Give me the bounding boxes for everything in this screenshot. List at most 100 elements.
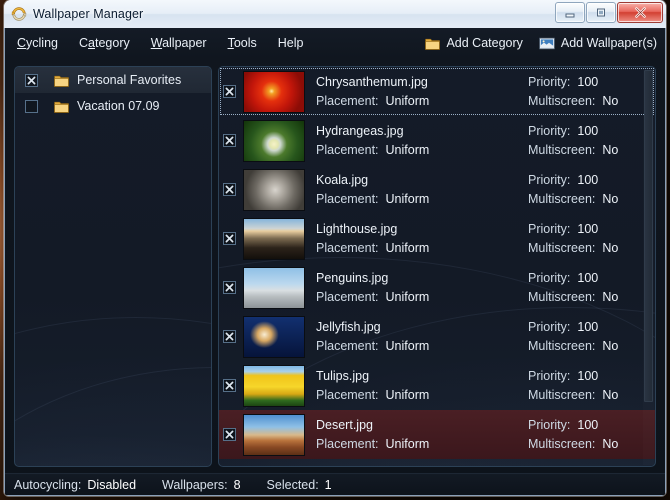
status-autocycling-label: Autocycling: [14, 477, 82, 492]
wallpaper-placement: Placement: Uniform [316, 435, 528, 454]
multiscreen-label: Multiscreen: [528, 142, 596, 157]
wallpaper-thumbnail [243, 266, 305, 309]
menu-item-wallpaper[interactable]: Wallpaper [142, 32, 216, 54]
menu-label-category-pre: C [79, 36, 89, 50]
list-scrollbar-thumb[interactable] [644, 70, 653, 402]
priority-label: Priority: [528, 172, 571, 187]
wallpaper-checkbox-checked[interactable] [223, 379, 236, 392]
close-button[interactable] [617, 2, 663, 23]
menu-item-help[interactable]: Help [269, 32, 313, 54]
wallpaper-multiscreen: Multiscreen: No [528, 190, 655, 209]
wallpaper-checkbox-checked[interactable] [223, 428, 236, 441]
wallpaper-filename: Koala.jpg [316, 172, 369, 187]
placement-label: Placement: [316, 289, 379, 304]
wallpaper-thumbnail [243, 119, 305, 162]
placement-value: Uniform [385, 387, 430, 402]
window-controls [555, 2, 663, 23]
category-checkbox-checked[interactable] [25, 73, 38, 87]
priority-label: Priority: [528, 74, 571, 89]
checkmark-x-icon [225, 283, 234, 292]
wallpaper-row[interactable]: Desert.jpg Placement: Uniform Priority: 100 M… [219, 410, 655, 459]
wallpaper-checkbox-checked[interactable] [223, 85, 236, 98]
wallpaper-checkbox-checked[interactable] [223, 330, 236, 343]
maximize-icon [597, 8, 605, 17]
placement-value: Uniform [385, 142, 430, 157]
wallpaper-list[interactable]: Chrysanthemum.jpg Placement: Uniform Priori… [219, 67, 655, 466]
priority-label: Priority: [528, 368, 571, 383]
wallpaper-row[interactable]: Koala.jpg Placement: Uniform Priority: 100 Mu… [219, 165, 655, 214]
priority-value: 100 [577, 319, 599, 334]
folder-icon [54, 101, 69, 113]
multiscreen-value: No [602, 93, 619, 108]
menu-item-cycling[interactable]: Cycling [8, 32, 67, 54]
checkmark-x-icon [225, 234, 234, 243]
maximize-button[interactable] [586, 2, 616, 23]
wallpaper-meta-column: Priority: 100 Multiscreen: No [528, 73, 655, 111]
wallpaper-row[interactable]: Penguins.jpg Placement: Uniform Priority: 10… [219, 263, 655, 312]
wallpaper-filename: Penguins.jpg [316, 270, 389, 285]
wallpaper-thumbnail [243, 70, 305, 113]
wallpaper-placement: Placement: Uniform [316, 92, 528, 111]
close-icon [634, 7, 646, 18]
panel-swoosh-decoration-2 [15, 367, 211, 466]
wallpaper-meta-column: Priority: 100 Multiscreen: No [528, 171, 655, 209]
wallpaper-checkbox-checked[interactable] [223, 183, 236, 196]
priority-value: 100 [577, 123, 599, 138]
wallpaper-details: Lighthouse.jpg Placement: Uniform Priority:… [316, 220, 655, 258]
wallpaper-placement: Placement: Uniform [316, 386, 528, 405]
title-bar: Wallpaper Manager [4, 0, 666, 28]
cycle-arrows-icon [11, 7, 27, 21]
menu-item-tools[interactable]: Tools [219, 32, 266, 54]
multiscreen-label: Multiscreen: [528, 240, 596, 255]
wallpaper-placement: Placement: Uniform [316, 337, 528, 356]
wallpaper-meta-column: Priority: 100 Multiscreen: No [528, 367, 655, 405]
status-wallpapers-value: 8 [233, 477, 241, 492]
multiscreen-value: No [602, 338, 619, 353]
wallpaper-filename: Desert.jpg [316, 417, 373, 432]
multiscreen-value: No [602, 387, 619, 402]
menu-accel-cycling: C [17, 36, 27, 50]
category-checkbox-unchecked[interactable] [25, 99, 38, 113]
panel-swoosh-decoration [15, 317, 211, 466]
add-category-button[interactable]: Add Category [425, 36, 523, 50]
wallpaper-row[interactable]: Lighthouse.jpg Placement: Uniform Priority:… [219, 214, 655, 263]
multiscreen-label: Multiscreen: [528, 338, 596, 353]
wallpaper-details: Penguins.jpg Placement: Uniform Priority: 10… [316, 269, 655, 307]
menu-accel-category: a [88, 36, 95, 50]
minimize-button[interactable] [555, 2, 585, 23]
wallpaper-checkbox-checked[interactable] [223, 232, 236, 245]
menu-label-cycling: ycling [26, 36, 58, 50]
wallpaper-name-column: Hydrangeas.jpg Placement: Uniform [316, 122, 528, 160]
placement-label: Placement: [316, 387, 379, 402]
menu-item-category[interactable]: Category [70, 32, 139, 54]
wallpaper-row[interactable]: Hydrangeas.jpg Placement: Uniform Priority:… [219, 116, 655, 165]
placement-value: Uniform [385, 240, 430, 255]
wallpaper-row[interactable]: Jellyfish.jpg Placement: Uniform Priority: 1… [219, 312, 655, 361]
priority-value: 100 [577, 221, 599, 236]
wallpaper-name-column: Tulips.jpg Placement: Uniform [316, 367, 528, 405]
menu-label-wallpaper: allpaper [162, 36, 207, 50]
wallpaper-priority: Priority: 100 [528, 73, 655, 92]
add-wallpapers-button[interactable]: Add Wallpaper(s) [539, 36, 657, 50]
menu-label-tools: ools [233, 36, 257, 50]
wallpaper-filename: Hydrangeas.jpg [316, 123, 404, 138]
wallpaper-list-panel: Chrysanthemum.jpg Placement: Uniform Priori… [218, 66, 656, 467]
list-scrollbar[interactable] [643, 68, 654, 465]
multiscreen-value: No [602, 142, 619, 157]
multiscreen-label: Multiscreen: [528, 93, 596, 108]
priority-label: Priority: [528, 319, 571, 334]
sidebar-item-vacation[interactable]: Vacation 07.09 [15, 93, 211, 119]
placement-value: Uniform [385, 191, 430, 206]
add-wallpapers-label: Add Wallpaper(s) [560, 36, 657, 50]
minimize-icon [565, 13, 575, 17]
wallpaper-details: Koala.jpg Placement: Uniform Priority: 100 Mu… [316, 171, 655, 209]
sidebar-item-personal-favorites[interactable]: Personal Favorites [15, 67, 211, 93]
wallpaper-row[interactable]: Tulips.jpg Placement: Uniform Priority: 100 M… [219, 361, 655, 410]
wallpaper-checkbox-checked[interactable] [223, 134, 236, 147]
window-title: Wallpaper Manager [33, 7, 144, 21]
toolbar: Add Category Add Wallpaper(s) [425, 36, 657, 50]
wallpaper-priority: Priority: 100 [528, 318, 655, 337]
wallpaper-checkbox-checked[interactable] [223, 281, 236, 294]
wallpaper-row[interactable]: Chrysanthemum.jpg Placement: Uniform Priori… [219, 67, 655, 116]
wallpaper-priority: Priority: 100 [528, 220, 655, 239]
